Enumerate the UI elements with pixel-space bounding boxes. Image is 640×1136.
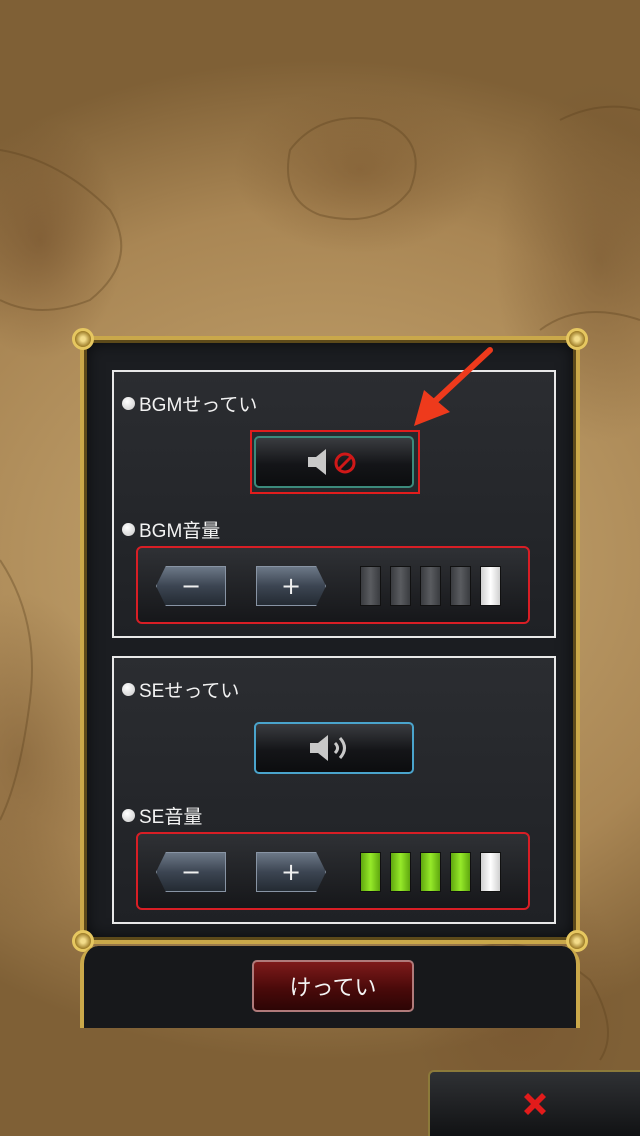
volume-segment — [420, 852, 441, 892]
bullet-dot-icon — [122, 809, 135, 822]
volume-segment — [360, 566, 381, 606]
speaker-sound-icon — [310, 735, 346, 761]
volume-segment — [390, 852, 411, 892]
close-x-icon — [524, 1093, 546, 1115]
bgm-volume-panel: − + — [136, 546, 530, 624]
bgm-volume-down-button[interactable]: − — [156, 566, 226, 606]
bgm-volume-up-button[interactable]: + — [256, 566, 326, 606]
volume-segment — [390, 566, 411, 606]
red-arrow-icon — [414, 347, 493, 426]
close-button[interactable] — [428, 1070, 640, 1136]
frame-corner-ornament — [566, 328, 588, 350]
se-toggle-button[interactable] — [254, 722, 414, 774]
speaker-muted-icon — [308, 449, 356, 475]
volume-segment — [420, 566, 441, 606]
se-volume-label: SE音量 — [139, 807, 203, 828]
se-volume-panel: − + — [136, 832, 530, 910]
volume-segment — [360, 852, 381, 892]
bgm-volume-label-row: BGM音量 — [122, 516, 220, 543]
se-setting-label: SEせってい — [139, 681, 240, 702]
dialog-footer: けってい — [80, 946, 580, 1028]
volume-segment — [450, 852, 471, 892]
bgm-volume-meter — [360, 566, 501, 606]
bgm-volume-label: BGM音量 — [139, 521, 221, 542]
volume-segment — [450, 566, 471, 606]
bullet-dot-icon — [122, 523, 135, 536]
se-setting-label-row: SEせってい — [122, 676, 239, 703]
bgm-setting-label: BGMせってい — [139, 395, 258, 416]
settings-dialog: BGMせってい BGM音量 − + SEせってい SE音量 − + けってい — [72, 328, 588, 1028]
se-section: SEせってい SE音量 − + — [112, 656, 556, 924]
se-volume-label-row: SE音量 — [122, 802, 202, 829]
frame-corner-ornament — [72, 328, 94, 350]
bgm-toggle-button[interactable] — [254, 436, 414, 488]
bullet-dot-icon — [122, 683, 135, 696]
confirm-button[interactable]: けってい — [252, 960, 414, 1012]
se-volume-up-button[interactable]: + — [256, 852, 326, 892]
volume-segment — [480, 566, 501, 606]
se-volume-meter — [360, 852, 501, 892]
bgm-setting-label-row: BGMせってい — [122, 390, 257, 417]
bullet-dot-icon — [122, 397, 135, 410]
se-volume-down-button[interactable]: − — [156, 852, 226, 892]
volume-segment — [480, 852, 501, 892]
dialog-frame: BGMせってい BGM音量 − + SEせってい SE音量 − + — [72, 328, 588, 952]
